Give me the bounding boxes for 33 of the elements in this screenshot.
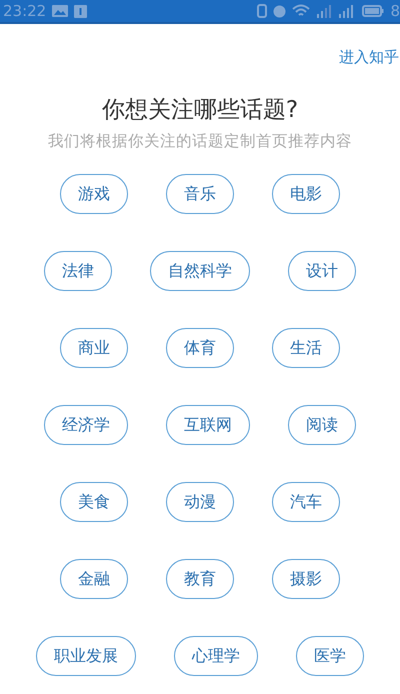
status-time: 23:22: [3, 2, 46, 20]
alarm-icon: [273, 4, 286, 18]
topic-chip[interactable]: 互联网: [166, 405, 250, 445]
wifi-icon: [292, 4, 310, 18]
topic-chip[interactable]: 阅读: [288, 405, 356, 445]
topic-chip[interactable]: 音乐: [166, 174, 234, 214]
topic-chip[interactable]: 教育: [166, 559, 234, 599]
topic-chip[interactable]: 法律: [44, 251, 112, 291]
topic-chip[interactable]: 游戏: [60, 174, 128, 214]
topic-chip[interactable]: 生活: [272, 328, 340, 368]
battery-percent: 8: [390, 2, 400, 20]
topic-chip[interactable]: 金融: [60, 559, 128, 599]
page-title: 你想关注哪些话题?: [100, 96, 300, 125]
notification-icon: [74, 4, 88, 18]
topic-chip[interactable]: 医学: [296, 636, 364, 676]
topic-chip[interactable]: 摄影: [272, 559, 340, 599]
image-icon: [52, 5, 68, 17]
topic-chip[interactable]: 电影: [272, 174, 340, 214]
signal-icon: [316, 4, 332, 18]
enter-app-link[interactable]: 进入知乎: [339, 48, 399, 67]
topic-chip[interactable]: 经济学: [44, 405, 128, 445]
topic-chip[interactable]: 美食: [60, 482, 128, 522]
topic-chip[interactable]: 自然科学: [150, 251, 250, 291]
topic-chip[interactable]: 动漫: [166, 482, 234, 522]
page-subtitle: 我们将根据你关注的话题定制首页推荐内容: [47, 131, 353, 151]
battery-icon: [362, 5, 384, 17]
topic-chip[interactable]: 职业发展: [36, 636, 136, 676]
topic-chip[interactable]: 商业: [60, 328, 128, 368]
topic-chip[interactable]: 汽车: [272, 482, 340, 522]
vibrate-icon: [257, 4, 268, 18]
topic-chip[interactable]: 心理学: [174, 636, 258, 676]
topic-chip[interactable]: 设计: [288, 251, 356, 291]
topic-chip[interactable]: 体育: [166, 328, 234, 368]
